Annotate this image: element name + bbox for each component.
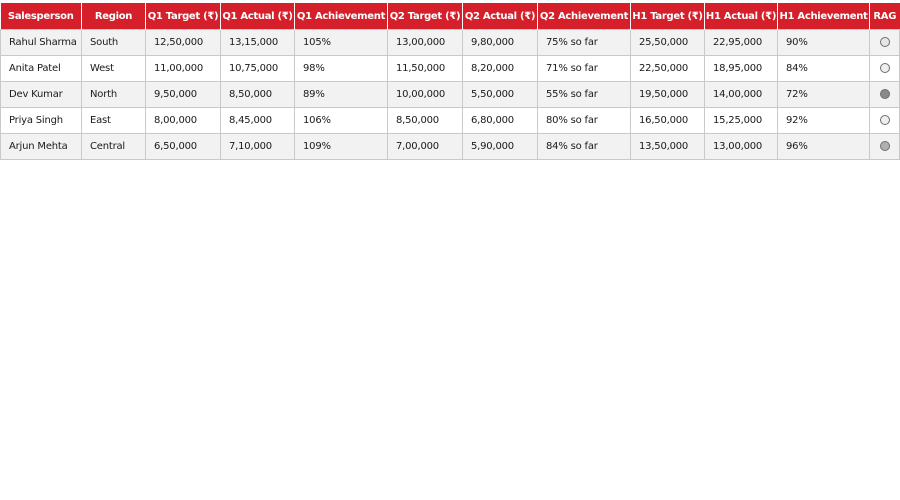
q2-achievement-cell: 71% so far <box>537 55 631 82</box>
q1-achievement-cell: 89% <box>294 81 388 108</box>
column-header[interactable]: H1 Target (₹) <box>630 3 705 30</box>
rag-status-icon <box>879 37 890 47</box>
region-cell: Central <box>81 133 146 160</box>
header-row: Salesperson Region Q1 Target (₹) Q1 Actual … <box>0 3 900 30</box>
q2-achievement-cell: 55% so far <box>537 81 631 108</box>
h1-target-cell: 25,50,000 <box>630 29 705 56</box>
q1-target-cell: 12,50,000 <box>145 29 221 56</box>
h1-achievement-cell: 90% <box>777 29 870 56</box>
q1-actual-cell: 10,75,000 <box>220 55 295 82</box>
rag-status-icon <box>879 89 890 99</box>
q2-actual-cell: 8,20,000 <box>462 55 538 82</box>
salesperson-cell: Anita Patel <box>0 55 82 82</box>
column-header[interactable]: RAG <box>869 3 900 30</box>
h1-achievement-cell: 92% <box>777 107 870 134</box>
q2-target-cell: 13,00,000 <box>387 29 463 56</box>
column-header[interactable]: Salesperson <box>0 3 82 30</box>
h1-target-cell: 22,50,000 <box>630 55 705 82</box>
rag-status-icon <box>879 141 890 151</box>
table-row[interactable]: Dev Kumar North 9,50,000 8,50,000 89% 10,00,0… <box>0 81 900 108</box>
q1-achievement-cell: 106% <box>294 107 388 134</box>
q2-actual-cell: 5,50,000 <box>462 81 538 108</box>
rag-cell <box>869 55 900 82</box>
rag-status-icon <box>879 63 890 73</box>
q1-target-cell: 6,50,000 <box>145 133 221 160</box>
h1-achievement-cell: 72% <box>777 81 870 108</box>
q2-target-cell: 11,50,000 <box>387 55 463 82</box>
column-header[interactable]: Q1 Actual (₹) <box>220 3 295 30</box>
q2-target-cell: 10,00,000 <box>387 81 463 108</box>
salesperson-cell: Arjun Mehta <box>0 133 82 160</box>
column-header[interactable]: Q2 Achievement <box>537 3 631 30</box>
q1-target-cell: 8,00,000 <box>145 107 221 134</box>
h1-actual-cell: 22,95,000 <box>704 29 778 56</box>
table-row[interactable]: Anita Patel West 11,00,000 10,75,000 98% 11,5… <box>0 55 900 82</box>
h1-actual-cell: 13,00,000 <box>704 133 778 160</box>
h1-achievement-cell: 96% <box>777 133 870 160</box>
salesperson-cell: Priya Singh <box>0 107 82 134</box>
q1-actual-cell: 13,15,000 <box>220 29 295 56</box>
q1-achievement-cell: 105% <box>294 29 388 56</box>
q2-achievement-cell: 80% so far <box>537 107 631 134</box>
q1-target-cell: 11,00,000 <box>145 55 221 82</box>
q2-achievement-cell: 75% so far <box>537 29 631 56</box>
q2-actual-cell: 6,80,000 <box>462 107 538 134</box>
h1-target-cell: 16,50,000 <box>630 107 705 134</box>
column-header[interactable]: H1 Achievement <box>777 3 870 30</box>
table-header: Salesperson Region Q1 Target (₹) Q1 Actual … <box>0 3 900 30</box>
q2-actual-cell: 5,90,000 <box>462 133 538 160</box>
salesperson-cell: Dev Kumar <box>0 81 82 108</box>
table-row[interactable]: Rahul Sharma South 12,50,000 13,15,000 105% 1… <box>0 29 900 56</box>
q1-achievement-cell: 109% <box>294 133 388 160</box>
table-body: Rahul Sharma South 12,50,000 13,15,000 105% 1… <box>0 29 900 160</box>
table-row[interactable]: Arjun Mehta Central 6,50,000 7,10,000 109% 7,… <box>0 133 900 160</box>
h1-target-cell: 19,50,000 <box>630 81 705 108</box>
h1-achievement-cell: 84% <box>777 55 870 82</box>
q2-achievement-cell: 84% so far <box>537 133 631 160</box>
h1-actual-cell: 14,00,000 <box>704 81 778 108</box>
q1-actual-cell: 7,10,000 <box>220 133 295 160</box>
region-cell: East <box>81 107 146 134</box>
column-header[interactable]: Q1 Target (₹) <box>145 3 221 30</box>
rag-cell <box>869 133 900 160</box>
q1-actual-cell: 8,45,000 <box>220 107 295 134</box>
region-cell: South <box>81 29 146 56</box>
h1-target-cell: 13,50,000 <box>630 133 705 160</box>
q2-actual-cell: 9,80,000 <box>462 29 538 56</box>
column-header[interactable]: H1 Actual (₹) <box>704 3 778 30</box>
q2-target-cell: 7,00,000 <box>387 133 463 160</box>
q1-target-cell: 9,50,000 <box>145 81 221 108</box>
salesperson-cell: Rahul Sharma <box>0 29 82 56</box>
q1-achievement-cell: 98% <box>294 55 388 82</box>
q1-actual-cell: 8,50,000 <box>220 81 295 108</box>
column-header[interactable]: Q2 Target (₹) <box>387 3 463 30</box>
column-header[interactable]: Region <box>81 3 146 30</box>
rag-cell <box>869 81 900 108</box>
region-cell: North <box>81 81 146 108</box>
column-header[interactable]: Q1 Achievement <box>294 3 388 30</box>
column-header[interactable]: Q2 Actual (₹) <box>462 3 538 30</box>
region-cell: West <box>81 55 146 82</box>
rag-cell <box>869 29 900 56</box>
sales-performance-table: Salesperson Region Q1 Target (₹) Q1 Actual … <box>0 3 900 160</box>
rag-cell <box>869 107 900 134</box>
h1-actual-cell: 18,95,000 <box>704 55 778 82</box>
q2-target-cell: 8,50,000 <box>387 107 463 134</box>
table-row[interactable]: Priya Singh East 8,00,000 8,45,000 106% 8,50,… <box>0 107 900 134</box>
rag-status-icon <box>879 115 890 125</box>
h1-actual-cell: 15,25,000 <box>704 107 778 134</box>
